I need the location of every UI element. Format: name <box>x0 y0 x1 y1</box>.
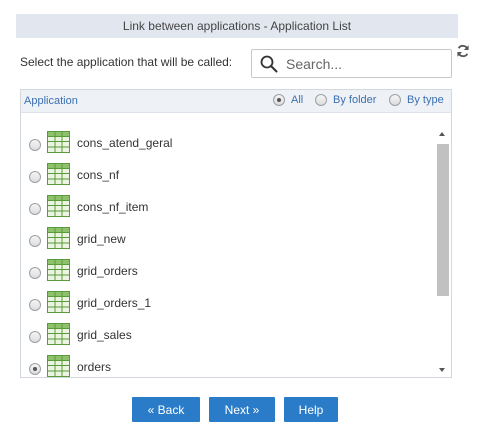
grid-application-icon <box>47 259 70 281</box>
list-item[interactable]: grid_new <box>21 221 433 253</box>
grid-application-icon <box>47 163 70 185</box>
list-item[interactable]: grid_orders_1 <box>21 285 433 317</box>
next-button[interactable]: Next » <box>209 397 275 422</box>
item-name: cons_atend_geral <box>77 136 173 150</box>
item-radio[interactable] <box>29 171 41 183</box>
list-scrollbar[interactable] <box>435 127 449 375</box>
filter-by-folder-radio[interactable] <box>315 94 327 106</box>
help-button[interactable]: Help <box>284 397 338 422</box>
application-column-title: Application <box>24 95 78 107</box>
search-input[interactable] <box>286 55 446 72</box>
item-radio[interactable] <box>29 363 41 375</box>
grid-application-icon <box>47 323 70 345</box>
filter-by-type-label: By type <box>407 94 444 106</box>
grid-application-icon <box>47 195 70 217</box>
item-radio[interactable] <box>29 267 41 279</box>
list-item[interactable]: grid_sales <box>21 317 433 349</box>
item-radio[interactable] <box>29 331 41 343</box>
application-list-panel: Application All By folder By type cons_a… <box>20 89 452 378</box>
list-item[interactable]: orders <box>21 349 433 377</box>
item-name: cons_nf <box>77 168 120 182</box>
filter-by-folder[interactable]: By folder <box>315 94 376 106</box>
dialog-title: Link between applications - Application … <box>16 14 458 38</box>
item-name: grid_orders_1 <box>77 296 152 310</box>
item-radio[interactable] <box>29 203 41 215</box>
item-name: cons_nf_item <box>77 200 149 214</box>
filter-by-type-radio[interactable] <box>389 94 401 106</box>
grid-application-icon <box>47 291 70 313</box>
filter-by-folder-label: By folder <box>333 94 377 106</box>
search-icon <box>260 55 278 73</box>
item-radio[interactable] <box>29 139 41 151</box>
grid-application-icon <box>47 355 70 377</box>
scroll-up-arrow-icon[interactable] <box>438 127 446 136</box>
item-radio[interactable] <box>29 235 41 247</box>
list-item[interactable]: cons_nf_item <box>21 189 433 221</box>
list-item[interactable]: grid_orders <box>21 253 433 285</box>
filter-all[interactable]: All <box>273 94 303 106</box>
scroll-down-arrow-icon[interactable] <box>438 363 446 372</box>
item-name: orders <box>77 360 112 374</box>
list-header: Application All By folder By type <box>21 90 451 113</box>
list-item[interactable]: cons_atend_geral <box>21 125 433 157</box>
item-radio[interactable] <box>29 299 41 311</box>
grid-application-icon <box>47 227 70 249</box>
filter-by-type[interactable]: By type <box>389 94 444 106</box>
grid-application-icon <box>47 131 70 153</box>
refresh-icon[interactable] <box>456 44 470 58</box>
item-name: grid_sales <box>77 328 132 342</box>
back-button[interactable]: « Back <box>132 397 200 422</box>
filter-all-label: All <box>291 94 304 106</box>
filter-all-radio[interactable] <box>273 94 285 106</box>
search-box[interactable] <box>251 49 452 78</box>
list-item[interactable]: cons_nf <box>21 157 433 189</box>
item-name: grid_new <box>77 232 126 246</box>
select-application-label: Select the application that will be call… <box>20 55 233 69</box>
scrollbar-thumb[interactable] <box>437 144 449 296</box>
item-name: grid_orders <box>77 264 138 278</box>
